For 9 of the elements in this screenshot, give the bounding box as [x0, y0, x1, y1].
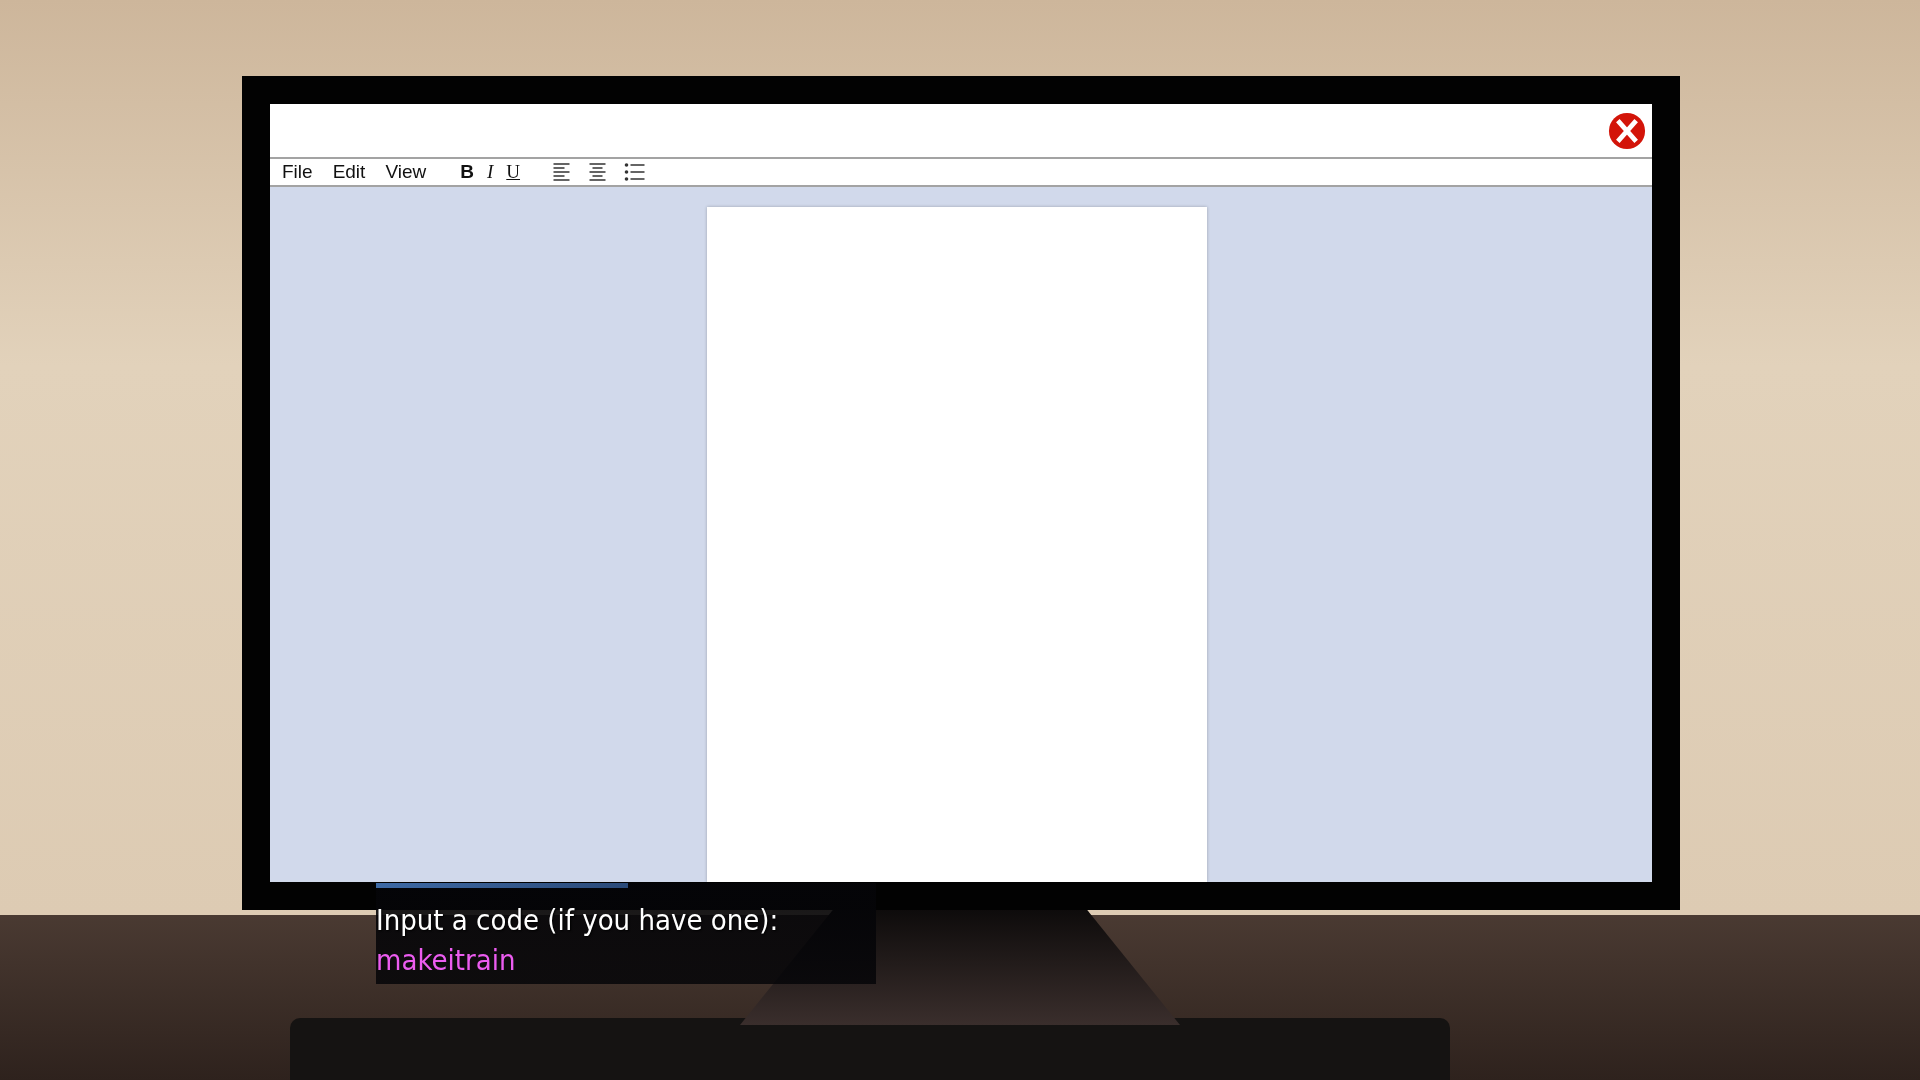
- code-input[interactable]: makeitrain: [376, 940, 516, 980]
- menu-item[interactable]: File: [282, 161, 313, 183]
- underline-button[interactable]: U: [506, 161, 520, 183]
- menu-item[interactable]: Edit: [332, 161, 366, 183]
- code-prompt: Input a code (if you have one):: [376, 902, 779, 939]
- bold-button[interactable]: B: [460, 161, 474, 183]
- menu-item[interactable]: View: [385, 161, 427, 183]
- bulleted-list-icon[interactable]: [624, 162, 646, 182]
- italic-button[interactable]: I: [486, 161, 494, 183]
